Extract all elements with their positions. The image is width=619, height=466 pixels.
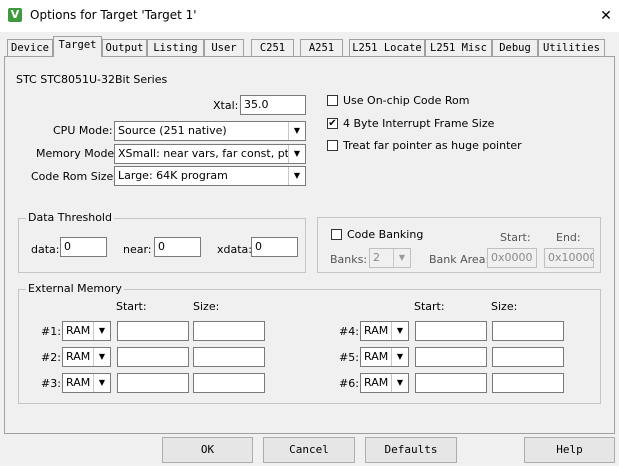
ext-row-3-label: #3: [41,377,61,390]
tab-output[interactable]: Output [102,39,147,56]
data-label: data: [31,243,60,256]
ext-row-4-type: RAM [364,324,389,337]
banks-value: 2 [373,251,380,264]
chevron-down-icon: ▼ [93,348,110,366]
app-icon: V [8,8,22,22]
tab-l251-misc[interactable]: L251 Misc [425,39,492,56]
near-label: near: [123,243,152,256]
ext-row-5-start-input[interactable] [415,347,487,367]
ext-row-4-type-select[interactable]: RAM ▼ [360,321,409,341]
ext-row-3-type-select[interactable]: RAM ▼ [62,373,111,393]
memory-model-select[interactable]: XSmall: near vars, far const, ptr-4 ▼ [114,144,306,164]
ext-row-5-size-input[interactable] [492,347,564,367]
tab-target[interactable]: Target [53,36,102,57]
ext-start-header-right: Start: [414,300,445,313]
ext-row-1-type-select[interactable]: RAM ▼ [62,321,111,341]
far-pointer-huge-checkbox[interactable] [327,140,338,151]
memory-model-value: XSmall: near vars, far const, ptr-4 [118,147,304,160]
data-threshold-title: Data Threshold [26,211,114,224]
defaults-button[interactable]: Defaults [365,437,457,463]
ext-row-4-label: #4: [339,325,359,338]
xdata-threshold-input[interactable]: 0 [251,237,298,257]
banks-label: Banks: [330,253,368,266]
ext-row-2-start-input[interactable] [117,347,189,367]
bank-end-header: End: [556,231,581,244]
tab-utilities[interactable]: Utilities [538,39,605,56]
tab-device[interactable]: Device [7,39,53,56]
tab-debug[interactable]: Debug [492,39,538,56]
cpu-mode-label: CPU Mode: [53,124,113,137]
external-memory-title: External Memory [26,282,124,295]
chevron-down-icon: ▼ [93,374,110,392]
ext-row-4-start-input[interactable] [415,321,487,341]
code-rom-size-value: Large: 64K program [118,169,228,182]
cancel-button[interactable]: Cancel [263,437,355,463]
close-icon[interactable]: ✕ [596,6,616,26]
ext-row-5-label: #5: [339,351,359,364]
bank-end-input[interactable]: 0x10000 [544,248,594,268]
cpu-mode-select[interactable]: Source (251 native) ▼ [114,121,306,141]
device-series-label: STC STC8051U-32Bit Series [16,73,168,86]
ext-row-5-type: RAM [364,350,389,363]
bank-start-input[interactable]: 0x0000 [487,248,537,268]
tab-l251-locate[interactable]: L251 Locate [349,39,425,56]
xtal-label: Xtal: [213,99,239,112]
ext-row-5-type-select[interactable]: RAM ▼ [360,347,409,367]
ext-start-header-left: Start: [116,300,147,313]
chevron-down-icon: ▼ [391,322,408,340]
ok-button[interactable]: OK [162,437,253,463]
chevron-down-icon: ▼ [288,145,305,163]
far-pointer-huge-label: Treat far pointer as huge pointer [343,139,522,152]
chevron-down-icon: ▼ [93,322,110,340]
tab-listing[interactable]: Listing [147,39,204,56]
ext-row-3-type: RAM [66,376,91,389]
ext-row-1-size-input[interactable] [193,321,265,341]
ext-row-2-label: #2: [41,351,61,364]
chevron-down-icon: ▼ [391,348,408,366]
chevron-down-icon: ▼ [391,374,408,392]
tab-user[interactable]: User [204,39,244,56]
memory-model-label: Memory Model: [36,147,121,160]
ext-row-6-type-select[interactable]: RAM ▼ [360,373,409,393]
banks-select[interactable]: 2 ▼ [369,248,411,268]
ext-size-header-right: Size: [491,300,518,313]
ext-row-2-type: RAM [66,350,91,363]
chevron-down-icon: ▼ [288,167,305,185]
code-banking-label: Code Banking [347,228,424,241]
ext-row-6-type: RAM [364,376,389,389]
ext-row-6-size-input[interactable] [492,373,564,393]
ext-row-2-type-select[interactable]: RAM ▼ [62,347,111,367]
interrupt-frame-checkbox[interactable]: ✔ [327,118,338,129]
tab-c251[interactable]: C251 [251,39,294,56]
ext-row-3-size-input[interactable] [193,373,265,393]
data-threshold-input[interactable]: 0 [60,237,107,257]
window-title: Options for Target 'Target 1' [30,8,197,22]
xtal-input[interactable]: 35.0 [240,95,306,115]
ext-row-6-start-input[interactable] [415,373,487,393]
code-rom-size-select[interactable]: Large: 64K program ▼ [114,166,306,186]
ext-row-1-start-input[interactable] [117,321,189,341]
bank-start-header: Start: [500,231,531,244]
ext-row-3-start-input[interactable] [117,373,189,393]
ext-row-2-size-input[interactable] [193,347,265,367]
near-threshold-input[interactable]: 0 [154,237,201,257]
interrupt-frame-label: 4 Byte Interrupt Frame Size [343,117,495,130]
tab-a251[interactable]: A251 [300,39,343,56]
use-onchip-rom-label: Use On-chip Code Rom [343,94,470,107]
code-rom-size-label: Code Rom Size: [31,170,118,183]
ext-row-6-label: #6: [339,377,359,390]
chevron-down-icon: ▼ [288,122,305,140]
chevron-down-icon: ▼ [393,249,410,267]
xdata-label: xdata: [217,243,252,256]
bank-area-label: Bank Area: [429,253,490,266]
cpu-mode-value: Source (251 native) [118,124,227,137]
ext-row-1-label: #1: [41,325,61,338]
help-button[interactable]: Help [524,437,615,463]
ext-size-header-left: Size: [193,300,220,313]
ext-row-1-type: RAM [66,324,91,337]
use-onchip-rom-checkbox[interactable] [327,95,338,106]
ext-row-4-size-input[interactable] [492,321,564,341]
code-banking-checkbox[interactable] [331,229,342,240]
